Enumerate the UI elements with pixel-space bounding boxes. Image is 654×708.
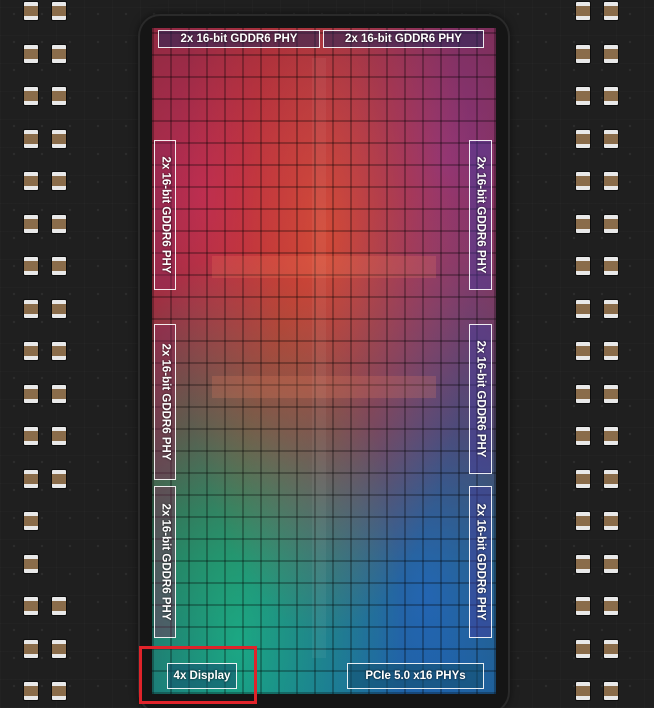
- label-text: 2x 16-bit GDDR6 PHY: [180, 33, 298, 45]
- die-center-spine: [312, 58, 326, 658]
- capacitor: [52, 257, 66, 275]
- capacitor: [24, 172, 38, 190]
- gddr6-phy-left-1-label: 2x 16-bit GDDR6 PHY: [154, 140, 176, 290]
- capacitor: [24, 215, 38, 233]
- capacitor: [24, 300, 38, 318]
- capacitor: [24, 130, 38, 148]
- capacitor: [24, 597, 38, 615]
- capacitor: [604, 2, 618, 20]
- capacitor: [604, 215, 618, 233]
- capacitor: [24, 427, 38, 445]
- capacitor: [576, 427, 590, 445]
- capacitor: [52, 342, 66, 360]
- capacitor: [576, 342, 590, 360]
- capacitor: [604, 130, 618, 148]
- capacitor: [604, 45, 618, 63]
- capacitor: [576, 130, 590, 148]
- capacitor: [576, 682, 590, 700]
- gddr6-phy-right-3-label: 2x 16-bit GDDR6 PHY: [469, 486, 492, 638]
- capacitor: [576, 45, 590, 63]
- capacitor: [52, 45, 66, 63]
- capacitor: [604, 87, 618, 105]
- capacitor: [52, 172, 66, 190]
- gddr6-phy-left-2-label: 2x 16-bit GDDR6 PHY: [154, 324, 176, 480]
- capacitor: [604, 300, 618, 318]
- capacitor: [604, 427, 618, 445]
- capacitor: [604, 597, 618, 615]
- capacitor: [52, 682, 66, 700]
- gddr6-phy-right-2-label: 2x 16-bit GDDR6 PHY: [469, 324, 492, 474]
- capacitor: [24, 342, 38, 360]
- capacitor: [576, 470, 590, 488]
- capacitor: [604, 172, 618, 190]
- capacitor: [604, 682, 618, 700]
- gpu-die: [152, 28, 496, 694]
- capacitor: [604, 470, 618, 488]
- capacitor: [604, 555, 618, 573]
- chip-diagram: 2x 16-bit GDDR6 PHY 2x 16-bit GDDR6 PHY …: [0, 0, 654, 708]
- capacitor: [576, 597, 590, 615]
- capacitor: [24, 45, 38, 63]
- capacitor: [604, 385, 618, 403]
- pcie-phy-label: PCIe 5.0 x16 PHYs: [347, 663, 484, 689]
- capacitor: [24, 257, 38, 275]
- capacitor: [52, 2, 66, 20]
- gddr6-phy-top-left-label: 2x 16-bit GDDR6 PHY: [158, 30, 320, 48]
- capacitor: [24, 512, 38, 530]
- capacitor: [576, 385, 590, 403]
- label-text: 2x 16-bit GDDR6 PHY: [474, 503, 487, 621]
- capacitor: [24, 640, 38, 658]
- capacitor: [52, 215, 66, 233]
- capacitor: [604, 512, 618, 530]
- capacitor: [24, 87, 38, 105]
- capacitor: [24, 682, 38, 700]
- capacitor: [24, 555, 38, 573]
- capacitor: [604, 257, 618, 275]
- label-text: 2x 16-bit GDDR6 PHY: [474, 156, 487, 274]
- label-text: PCIe 5.0 x16 PHYs: [365, 670, 466, 682]
- capacitor: [576, 300, 590, 318]
- capacitor: [52, 300, 66, 318]
- gddr6-phy-top-right-label: 2x 16-bit GDDR6 PHY: [323, 30, 484, 48]
- capacitor: [576, 87, 590, 105]
- capacitor: [52, 87, 66, 105]
- highlight-box: [139, 646, 257, 704]
- capacitor: [24, 2, 38, 20]
- capacitor: [24, 470, 38, 488]
- capacitor: [576, 2, 590, 20]
- capacitor: [52, 640, 66, 658]
- capacitor: [576, 640, 590, 658]
- capacitor: [576, 257, 590, 275]
- label-text: 2x 16-bit GDDR6 PHY: [345, 33, 462, 45]
- capacitor: [576, 555, 590, 573]
- capacitor: [604, 640, 618, 658]
- capacitor: [604, 342, 618, 360]
- capacitor: [576, 172, 590, 190]
- capacitor: [576, 215, 590, 233]
- capacitor: [24, 385, 38, 403]
- capacitor: [52, 470, 66, 488]
- capacitor: [52, 385, 66, 403]
- gddr6-phy-right-1-label: 2x 16-bit GDDR6 PHY: [469, 140, 492, 290]
- capacitor: [52, 130, 66, 148]
- label-text: 2x 16-bit GDDR6 PHY: [159, 343, 172, 461]
- capacitor: [52, 427, 66, 445]
- label-text: 2x 16-bit GDDR6 PHY: [159, 503, 172, 621]
- label-text: 2x 16-bit GDDR6 PHY: [474, 340, 487, 458]
- capacitor: [576, 512, 590, 530]
- gddr6-phy-left-3-label: 2x 16-bit GDDR6 PHY: [154, 486, 176, 638]
- label-text: 2x 16-bit GDDR6 PHY: [159, 156, 172, 274]
- capacitor: [52, 597, 66, 615]
